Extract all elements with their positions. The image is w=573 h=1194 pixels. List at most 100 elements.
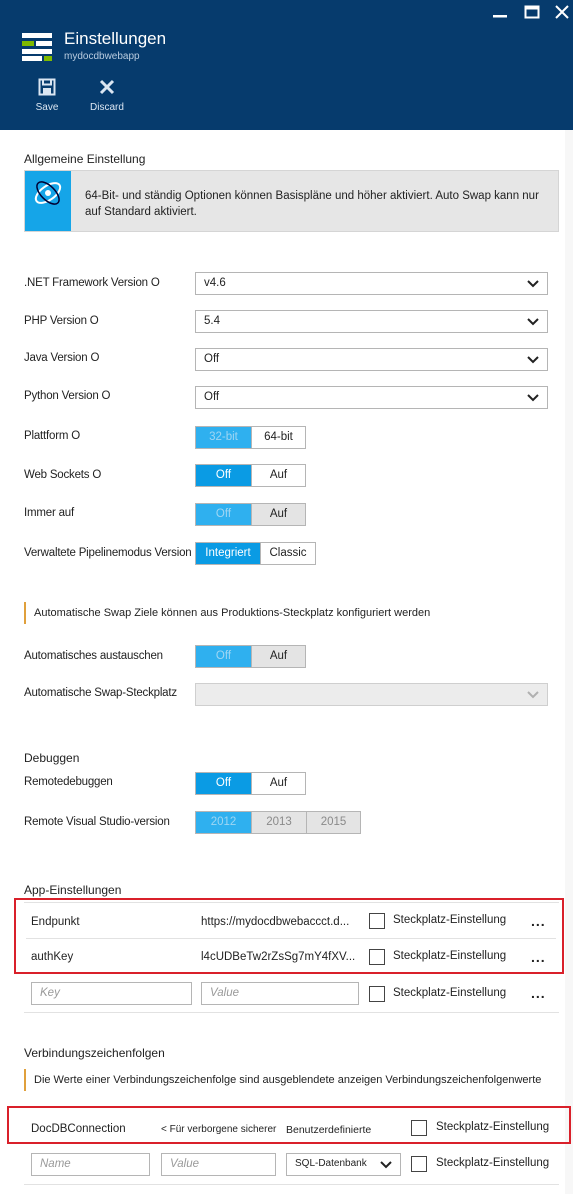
new-connection-value-input[interactable]: Value: [161, 1153, 276, 1176]
vs-version-label: Remote Visual Studio-version: [24, 816, 170, 828]
slot-setting-checkbox[interactable]: [411, 1156, 427, 1172]
divider: [24, 1012, 559, 1013]
platform-32bit-option[interactable]: 32-bit: [196, 427, 251, 448]
always-on-off-option[interactable]: Off: [196, 504, 251, 525]
close-window-icon[interactable]: [552, 4, 572, 20]
blade-header: Einstellungen mydocdbwebapp Save Discard: [0, 0, 573, 130]
slot-setting-label: Steckplatz-Einstellung: [393, 950, 507, 962]
chevron-down-icon: [527, 356, 539, 364]
pipeline-integrated-option[interactable]: Integriert: [196, 543, 260, 564]
java-version-select[interactable]: Off: [195, 348, 548, 371]
remote-debug-label: Remotedebuggen: [24, 776, 113, 788]
vs-version-toggle[interactable]: 2012 2013 2015: [195, 811, 361, 834]
always-on-toggle[interactable]: Off Auf: [195, 503, 306, 526]
auto-swap-label: Automatisches austauschen: [24, 650, 163, 662]
swap-slot-label: Automatische Swap-Steckplatz: [24, 687, 177, 699]
discard-label: Discard: [90, 102, 124, 113]
slot-setting-label: Steckplatz-Einstellung: [393, 914, 507, 926]
chevron-down-icon: [527, 691, 539, 699]
java-version-value: Off: [204, 353, 220, 365]
discard-button[interactable]: Discard: [82, 78, 132, 113]
debug-title: Debuggen: [24, 751, 80, 765]
new-connection-name-input[interactable]: Name: [31, 1153, 150, 1176]
remote-debug-on-option[interactable]: Auf: [251, 773, 305, 794]
auto-swap-on-option[interactable]: Auf: [251, 646, 305, 667]
php-version-value: 5.4: [204, 315, 220, 327]
chevron-down-icon: [527, 318, 539, 326]
slot-setting-checkbox[interactable]: [411, 1120, 427, 1136]
net-version-value: v4.6: [204, 277, 226, 289]
websockets-label: Web Sockets O: [24, 469, 102, 481]
close-icon: [99, 79, 115, 95]
python-version-value: Off: [204, 391, 220, 403]
chevron-down-icon: [527, 280, 539, 288]
vs-2015-option[interactable]: 2015: [306, 812, 360, 833]
more-options-icon[interactable]: ...: [531, 985, 546, 1001]
java-version-label: Java Version O: [24, 352, 100, 364]
net-version-label: .NET Framework Version O: [24, 277, 160, 289]
divider: [24, 1184, 559, 1185]
remote-debug-toggle[interactable]: Off Auf: [195, 772, 306, 795]
slot-setting-checkbox[interactable]: [369, 986, 385, 1002]
websockets-off-option[interactable]: Off: [196, 465, 251, 486]
app-setting-value[interactable]: l4cUDBeTw2rZsSg7mY4fXV...: [201, 951, 355, 963]
connection-name[interactable]: DocDBConnection: [31, 1123, 126, 1135]
more-options-icon[interactable]: ...: [531, 913, 546, 929]
always-on-label: Immer auf: [24, 507, 74, 519]
minimize-icon[interactable]: [490, 4, 510, 20]
slot-setting-label: Steckplatz-Einstellung: [436, 1157, 550, 1169]
app-setting-key[interactable]: authKey: [31, 951, 73, 963]
slot-setting-label: Steckplatz-Einstellung: [436, 1121, 550, 1133]
pipeline-classic-option[interactable]: Classic: [260, 543, 315, 564]
blade-title: Einstellungen: [64, 29, 167, 48]
platform-toggle[interactable]: 32-bit 64-bit: [195, 426, 306, 449]
info-banner-icon: [25, 171, 71, 231]
swap-slot-select[interactable]: [195, 683, 548, 706]
new-key-input[interactable]: Key: [31, 982, 192, 1005]
scrollbar[interactable]: [565, 130, 573, 1194]
platform-64bit-option[interactable]: 64-bit: [251, 427, 305, 448]
php-version-select[interactable]: 5.4: [195, 310, 548, 333]
python-version-label: Python Version O: [24, 390, 111, 402]
php-version-label: PHP Version O: [24, 315, 99, 327]
auto-swap-off-option[interactable]: Off: [196, 646, 251, 667]
chevron-down-icon: [380, 1161, 392, 1169]
info-text: 64-Bit- und ständig Optionen können Basi…: [85, 190, 539, 218]
save-label: Save: [35, 102, 59, 113]
connection-strings-title: Verbindungszeichenfolgen: [24, 1046, 165, 1060]
more-options-icon[interactable]: ...: [531, 949, 546, 965]
always-on-on-option[interactable]: Auf: [251, 504, 305, 525]
save-icon: [38, 78, 56, 96]
chevron-down-icon: [527, 394, 539, 402]
websockets-toggle[interactable]: Off Auf: [195, 464, 306, 487]
slot-setting-label: Steckplatz-Einstellung: [393, 987, 507, 999]
vs-2013-option[interactable]: 2013: [251, 812, 306, 833]
app-settings-title: App-Einstellungen: [24, 883, 122, 897]
connection-type[interactable]: Benutzerdefinierte: [286, 1124, 371, 1136]
atom-icon: [34, 181, 62, 205]
pipeline-toggle[interactable]: Integriert Classic: [195, 542, 316, 565]
general-settings-title: Allgemeine Einstellung: [24, 152, 146, 166]
python-version-select[interactable]: Off: [195, 386, 548, 409]
save-button[interactable]: Save: [22, 78, 72, 113]
platform-label: Plattform O: [24, 430, 80, 442]
maximize-icon[interactable]: [522, 4, 542, 20]
vs-2012-option[interactable]: 2012: [196, 812, 251, 833]
websockets-on-option[interactable]: Auf: [251, 465, 305, 486]
app-setting-key[interactable]: Endpunkt: [31, 916, 80, 928]
connection-value[interactable]: < Für verborgene sicherer: [161, 1124, 276, 1135]
connection-type-select[interactable]: SQL-Datenbank: [286, 1153, 401, 1176]
pipeline-label: Verwaltete Pipelinemodus Version: [24, 547, 192, 559]
slot-setting-checkbox[interactable]: [369, 913, 385, 929]
blade-subtitle: mydocdbwebapp: [64, 51, 140, 62]
connection-strings-notice: Die Werte einer Verbindungszeichenfolge …: [24, 1069, 541, 1091]
app-setting-value[interactable]: https://mydocdbwebaccct.d...: [201, 916, 349, 928]
new-value-input[interactable]: Value: [201, 982, 359, 1005]
slot-setting-checkbox[interactable]: [369, 949, 385, 965]
info-box: 64-Bit- und ständig Optionen können Basi…: [24, 170, 559, 232]
net-version-select[interactable]: v4.6: [195, 272, 548, 295]
connection-type-value: SQL-Datenbank: [295, 1158, 367, 1169]
divider: [26, 938, 556, 939]
auto-swap-toggle[interactable]: Off Auf: [195, 645, 306, 668]
remote-debug-off-option[interactable]: Off: [196, 773, 251, 794]
